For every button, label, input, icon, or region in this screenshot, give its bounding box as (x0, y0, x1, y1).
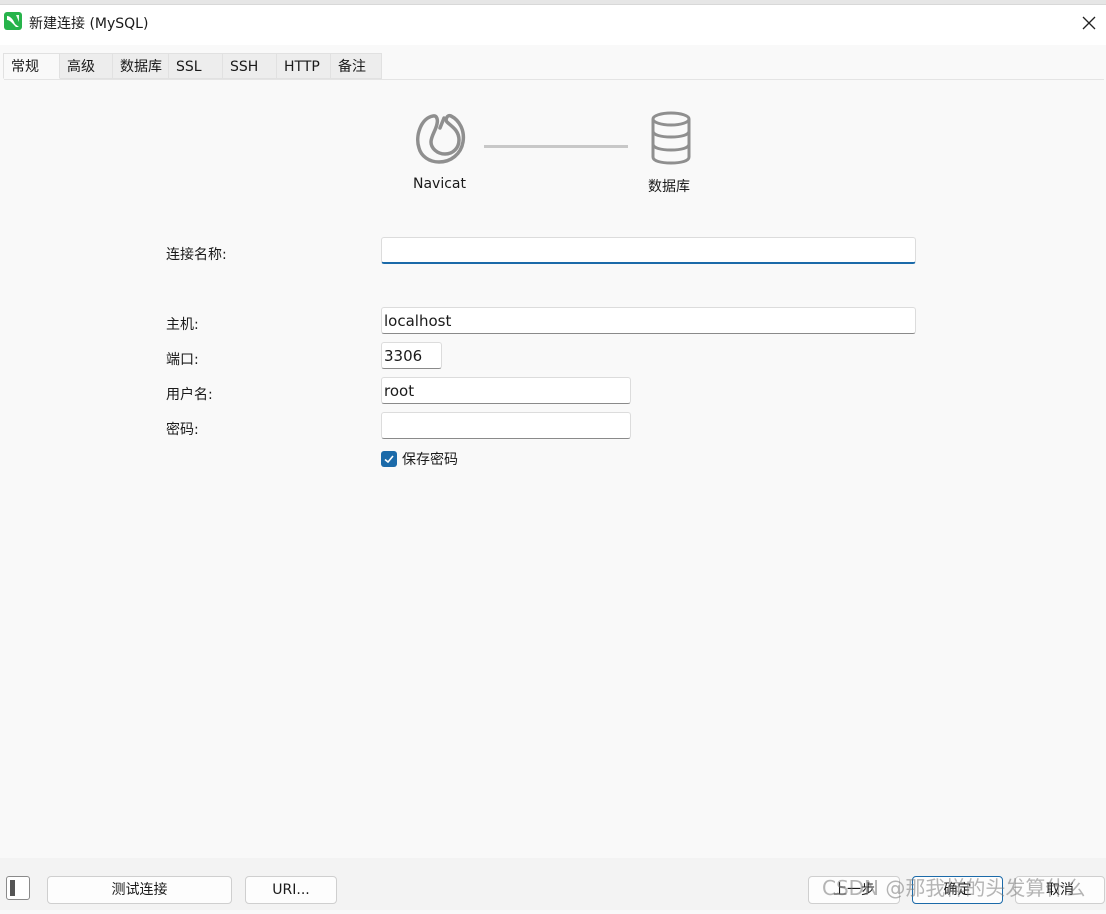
connection-name-label: 连接名称: (166, 247, 227, 263)
save-password-label: 保存密码 (402, 452, 458, 468)
navicat-app-icon (4, 12, 22, 30)
uri-button[interactable]: URI... (245, 876, 337, 904)
database-icon (651, 111, 691, 165)
port-label: 端口: (166, 352, 199, 368)
ok-button[interactable]: 确定 (912, 876, 1003, 904)
host-input[interactable]: localhost (381, 307, 916, 334)
close-icon (1082, 16, 1096, 30)
navicat-logo-icon (416, 113, 466, 164)
tab-databases[interactable]: 数据库 (113, 53, 169, 79)
username-label: 用户名: (166, 387, 213, 403)
password-label: 密码: (166, 422, 199, 438)
window-title: 新建连接 (MySQL) (29, 16, 149, 32)
port-input[interactable]: 3306 (381, 342, 442, 369)
dialog-footer: 测试连接 URI... 上一步 确定 取消 (0, 858, 1106, 910)
tab-general[interactable]: 常规 (3, 53, 60, 79)
title-bar: 新建连接 (MySQL) (0, 5, 1106, 45)
tab-notes[interactable]: 备注 (331, 53, 382, 79)
previous-button[interactable]: 上一步 (808, 876, 900, 904)
tab-http[interactable]: HTTP (277, 53, 331, 79)
general-tab-panel (4, 79, 1104, 863)
tab-ssh[interactable]: SSH (223, 53, 277, 79)
tab-advanced[interactable]: 高级 (60, 53, 113, 79)
password-input[interactable] (381, 412, 631, 439)
connection-line (484, 145, 628, 148)
username-input[interactable]: root (381, 377, 631, 404)
close-button[interactable] (1072, 9, 1106, 37)
tab-bar: 常规 高级 数据库 SSL SSH HTTP 备注 (3, 53, 382, 79)
cancel-button[interactable]: 取消 (1015, 876, 1105, 904)
test-connection-button[interactable]: 测试连接 (47, 876, 232, 904)
panel-toggle-icon[interactable] (6, 876, 30, 900)
checkbox-checked-icon[interactable] (381, 451, 397, 467)
tab-ssl[interactable]: SSL (169, 53, 223, 79)
diagram-database-label: 数据库 (648, 179, 690, 195)
save-password-checkbox[interactable]: 保存密码 (381, 449, 458, 469)
connection-name-input[interactable] (381, 237, 916, 264)
diagram-navicat-label: Navicat (413, 176, 466, 192)
new-connection-dialog: 新建连接 (MySQL) 常规 高级 数据库 SSL SSH HTTP 备注 (0, 4, 1106, 914)
host-label: 主机: (166, 317, 199, 333)
